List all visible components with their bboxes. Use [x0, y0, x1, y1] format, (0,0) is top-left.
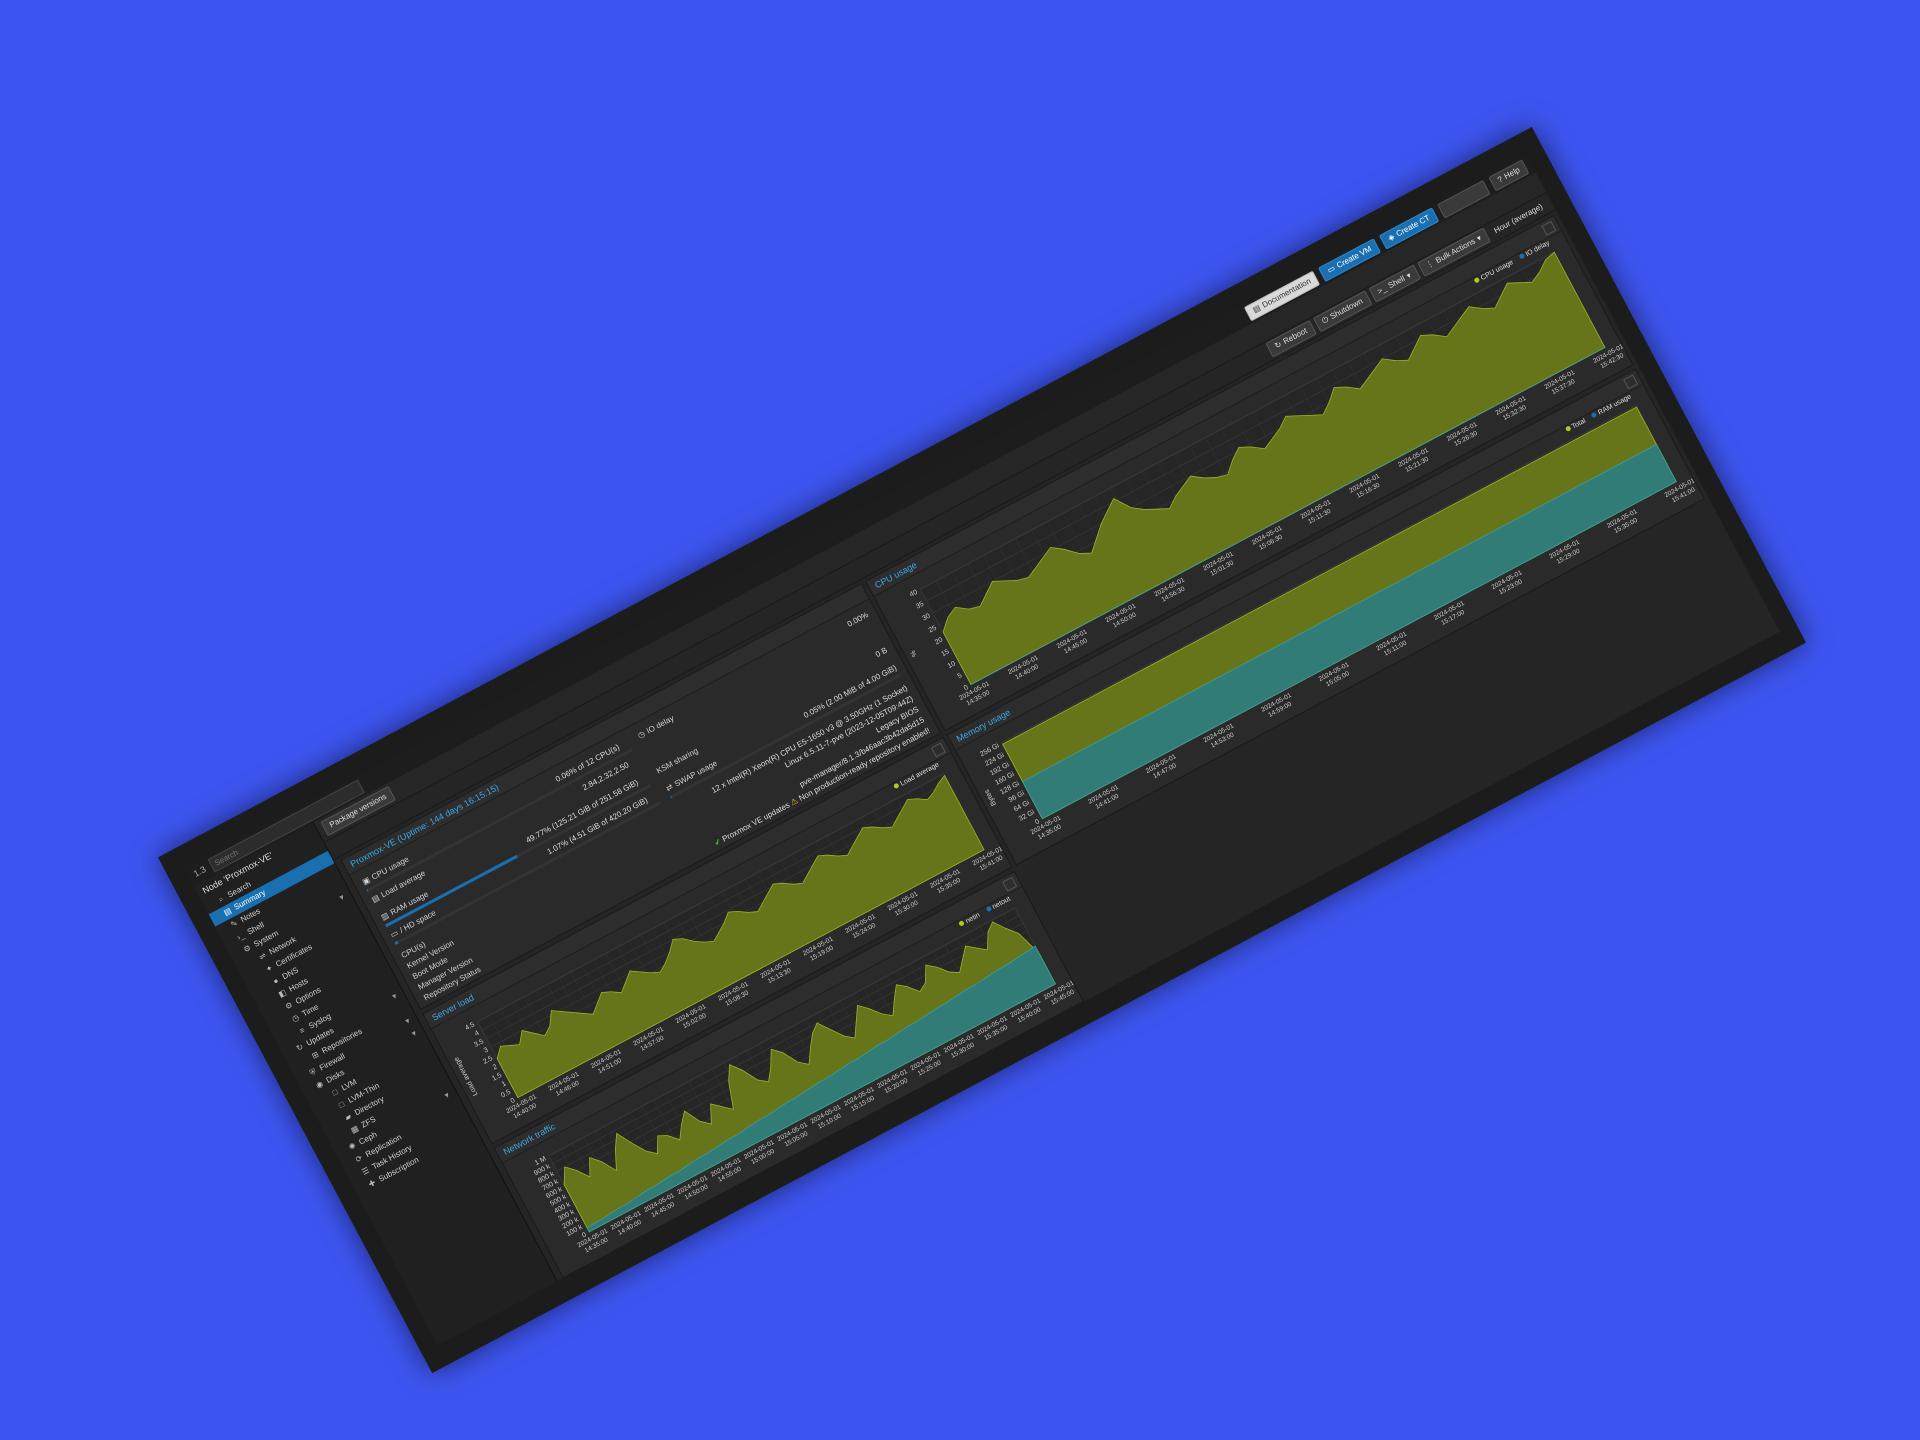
- chevron-down-icon[interactable]: ▼: [441, 1089, 454, 1105]
- load-icon: ▤: [369, 892, 381, 904]
- chevron-down-icon[interactable]: ▼: [336, 891, 349, 907]
- y-tick-label: 20: [934, 636, 944, 646]
- io-delay-value: 0.00%: [845, 609, 870, 629]
- y-tick-label: 1: [501, 1080, 508, 1088]
- y-tick-label: 4: [474, 1030, 481, 1038]
- cpu-icon: ▣: [360, 874, 372, 887]
- y-tick-label: 2: [492, 1063, 499, 1071]
- y-tick-label: 25: [928, 625, 938, 635]
- memory-icon: ▥: [379, 910, 391, 922]
- monitor: 1.3 Search ▤ Documentation ▭ Create VM ◈ Cr…: [157, 126, 1807, 1374]
- y-tick-label: 3: [483, 1047, 490, 1055]
- y-tick-label: 10: [947, 660, 957, 670]
- y-tick-label: 5: [956, 672, 963, 680]
- disk-icon: ▭: [388, 927, 400, 940]
- y-axis-label: Load average: [453, 1056, 479, 1097]
- support-icon: ✚: [367, 1178, 378, 1190]
- hd-space-bar-fill: [394, 940, 399, 945]
- chevron-down-icon[interactable]: ▼: [389, 990, 402, 1006]
- y-tick-label: 30: [921, 613, 931, 623]
- swap-usage-bar-fill: [670, 795, 673, 799]
- version-label: 1.3: [191, 864, 208, 879]
- clock-icon: ◷: [635, 728, 647, 740]
- y-axis-label: Bytes: [983, 788, 998, 807]
- cpu-usage-bar-fill: [366, 888, 369, 892]
- swap-icon: ⇄: [664, 781, 675, 793]
- y-tick-label: 40: [909, 589, 919, 599]
- y-tick-label: 35: [915, 601, 925, 611]
- chevron-down-icon[interactable]: ▼: [408, 1027, 421, 1043]
- ksm-sharing-value: 0 B: [873, 645, 889, 659]
- io-delay-label: IO delay: [644, 713, 676, 736]
- proxmox-screen: 1.3 Search ▤ Documentation ▭ Create VM ◈ Cr…: [184, 154, 1780, 1346]
- y-axis-label: %: [910, 649, 919, 658]
- y-tick-label: 15: [940, 648, 950, 658]
